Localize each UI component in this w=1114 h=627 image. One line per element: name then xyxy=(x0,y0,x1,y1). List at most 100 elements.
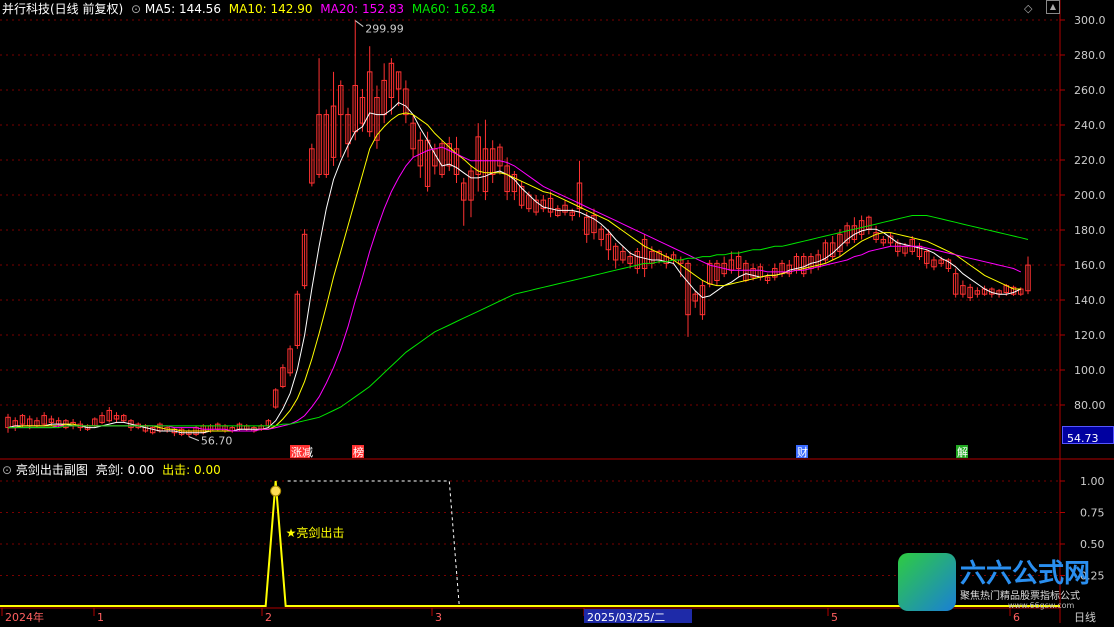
candle xyxy=(1025,256,1031,295)
candle xyxy=(121,413,127,423)
candle xyxy=(981,285,988,296)
current-price: 54.73 xyxy=(1067,432,1099,445)
candle xyxy=(923,249,930,269)
y-tick-label-main: 160.0 xyxy=(1074,259,1106,272)
brand-name: 六六公式网 xyxy=(960,559,1091,589)
x-axis-label: 2024年 xyxy=(5,610,44,623)
candle xyxy=(844,222,850,247)
candle xyxy=(446,136,453,172)
candle xyxy=(113,412,120,423)
chevron-down-icon[interactable]: ⊙ xyxy=(131,2,141,16)
candle xyxy=(106,407,113,423)
current-price-badge: 54.73 xyxy=(1062,426,1114,445)
y-tick-label-main: 80.00 xyxy=(1074,399,1106,412)
candle xyxy=(366,46,373,137)
candle xyxy=(605,229,612,260)
candle xyxy=(620,246,626,264)
x-axis-label: 3 xyxy=(435,611,442,623)
candle xyxy=(475,123,481,192)
brand-site: www.66gsw.com xyxy=(1008,601,1075,610)
ma-line-ma60 xyxy=(8,215,1029,429)
stock-name: 并行科技(日线 前复权) xyxy=(2,2,124,16)
ma5-label: MA5: 144.56 xyxy=(144,2,221,16)
y-tick-label-sub: 1.00 xyxy=(1080,475,1105,488)
candle xyxy=(229,425,235,433)
candle xyxy=(562,200,568,216)
candle xyxy=(887,232,894,247)
brand-slogan: 聚焦热门精品股票指标公式 xyxy=(960,591,1080,602)
event-marker-label: 财 xyxy=(797,445,808,459)
candle xyxy=(41,412,47,426)
candle xyxy=(468,165,474,218)
x-axis-label: 5 xyxy=(831,611,838,623)
candle xyxy=(511,171,518,201)
candle xyxy=(555,205,561,218)
candle xyxy=(352,20,358,141)
candle xyxy=(714,259,720,286)
candle xyxy=(330,71,337,166)
low-annotation: 56.70 xyxy=(201,435,233,448)
kline-chart: 80.00 100.0 120.0 140.0 160.0 180.0 200.0 220.0… xyxy=(0,0,1114,624)
candle xyxy=(309,143,315,187)
candle xyxy=(641,234,648,278)
candle xyxy=(699,280,706,320)
chuji-value: 出击: 0.00 xyxy=(162,463,221,477)
candle xyxy=(612,242,619,269)
candle xyxy=(316,58,322,178)
diamond-icon[interactable]: ◇ xyxy=(1024,2,1032,15)
high-pointer xyxy=(354,20,364,27)
candle xyxy=(576,160,583,218)
brand-watermark: 六六公式网 聚焦热门精品股票指标公式 www.66gsw.com xyxy=(898,553,1112,613)
y-tick-label-main: 100.0 xyxy=(1074,364,1106,377)
sub-header: ⊙ 亮剑出击副图 亮剑: 0.00 出击: 0.00 xyxy=(2,461,221,478)
scroll-up-icon[interactable]: ▲ xyxy=(1046,0,1060,14)
candle xyxy=(786,259,793,278)
candle xyxy=(743,259,749,283)
candle xyxy=(410,114,416,158)
sub-chart-name: 亮剑出击副图 xyxy=(15,463,88,477)
main-header: 并行科技(日线 前复权) ⊙ MA5: 144.56 MA10: 142.90 … xyxy=(2,0,496,17)
candle xyxy=(294,290,301,349)
y-tick-label-main: 180.0 xyxy=(1074,224,1106,237)
candle xyxy=(388,58,395,115)
candle xyxy=(395,71,402,107)
candle xyxy=(5,413,11,433)
y-tick-label-main: 260.0 xyxy=(1074,84,1106,97)
candle xyxy=(287,345,293,377)
candle xyxy=(301,229,308,290)
candle xyxy=(280,364,286,389)
candle xyxy=(453,136,460,184)
ma60-label: MA60: 162.84 xyxy=(411,2,496,16)
candle xyxy=(272,388,279,409)
candle xyxy=(540,194,547,213)
ma20-label: MA20: 152.83 xyxy=(320,2,404,16)
x-axis-label: 1 xyxy=(97,611,104,623)
brand-logo-icon xyxy=(898,553,956,611)
signal-annotation: ★亮剑出击 xyxy=(286,525,345,540)
candle xyxy=(489,140,496,184)
candle xyxy=(598,225,604,247)
candle xyxy=(952,268,959,298)
candle xyxy=(880,236,887,247)
event-marker-label: 榜 xyxy=(353,445,364,459)
candle xyxy=(374,85,380,149)
candle xyxy=(866,215,872,235)
candle xyxy=(1010,285,1017,296)
x-axis-label: 2 xyxy=(265,611,272,623)
candle xyxy=(960,280,966,298)
candle xyxy=(822,239,829,264)
candle xyxy=(974,287,981,298)
candle xyxy=(12,417,18,431)
y-tick-label-main: 300.0 xyxy=(1074,14,1106,27)
signal-icon xyxy=(270,485,282,497)
candle xyxy=(735,251,742,278)
candle xyxy=(403,80,409,124)
y-tick-label-main: 280.0 xyxy=(1074,49,1106,62)
candle xyxy=(497,143,503,175)
event-marker-label: 涨减 xyxy=(291,446,313,459)
collapse-icon[interactable]: ⊙ xyxy=(2,463,12,477)
chart-stage: 80.00 100.0 120.0 140.0 160.0 180.0 200.0 220.0… xyxy=(0,0,1114,624)
candle xyxy=(916,242,923,260)
candle xyxy=(829,236,836,260)
low-pointer xyxy=(188,436,200,442)
